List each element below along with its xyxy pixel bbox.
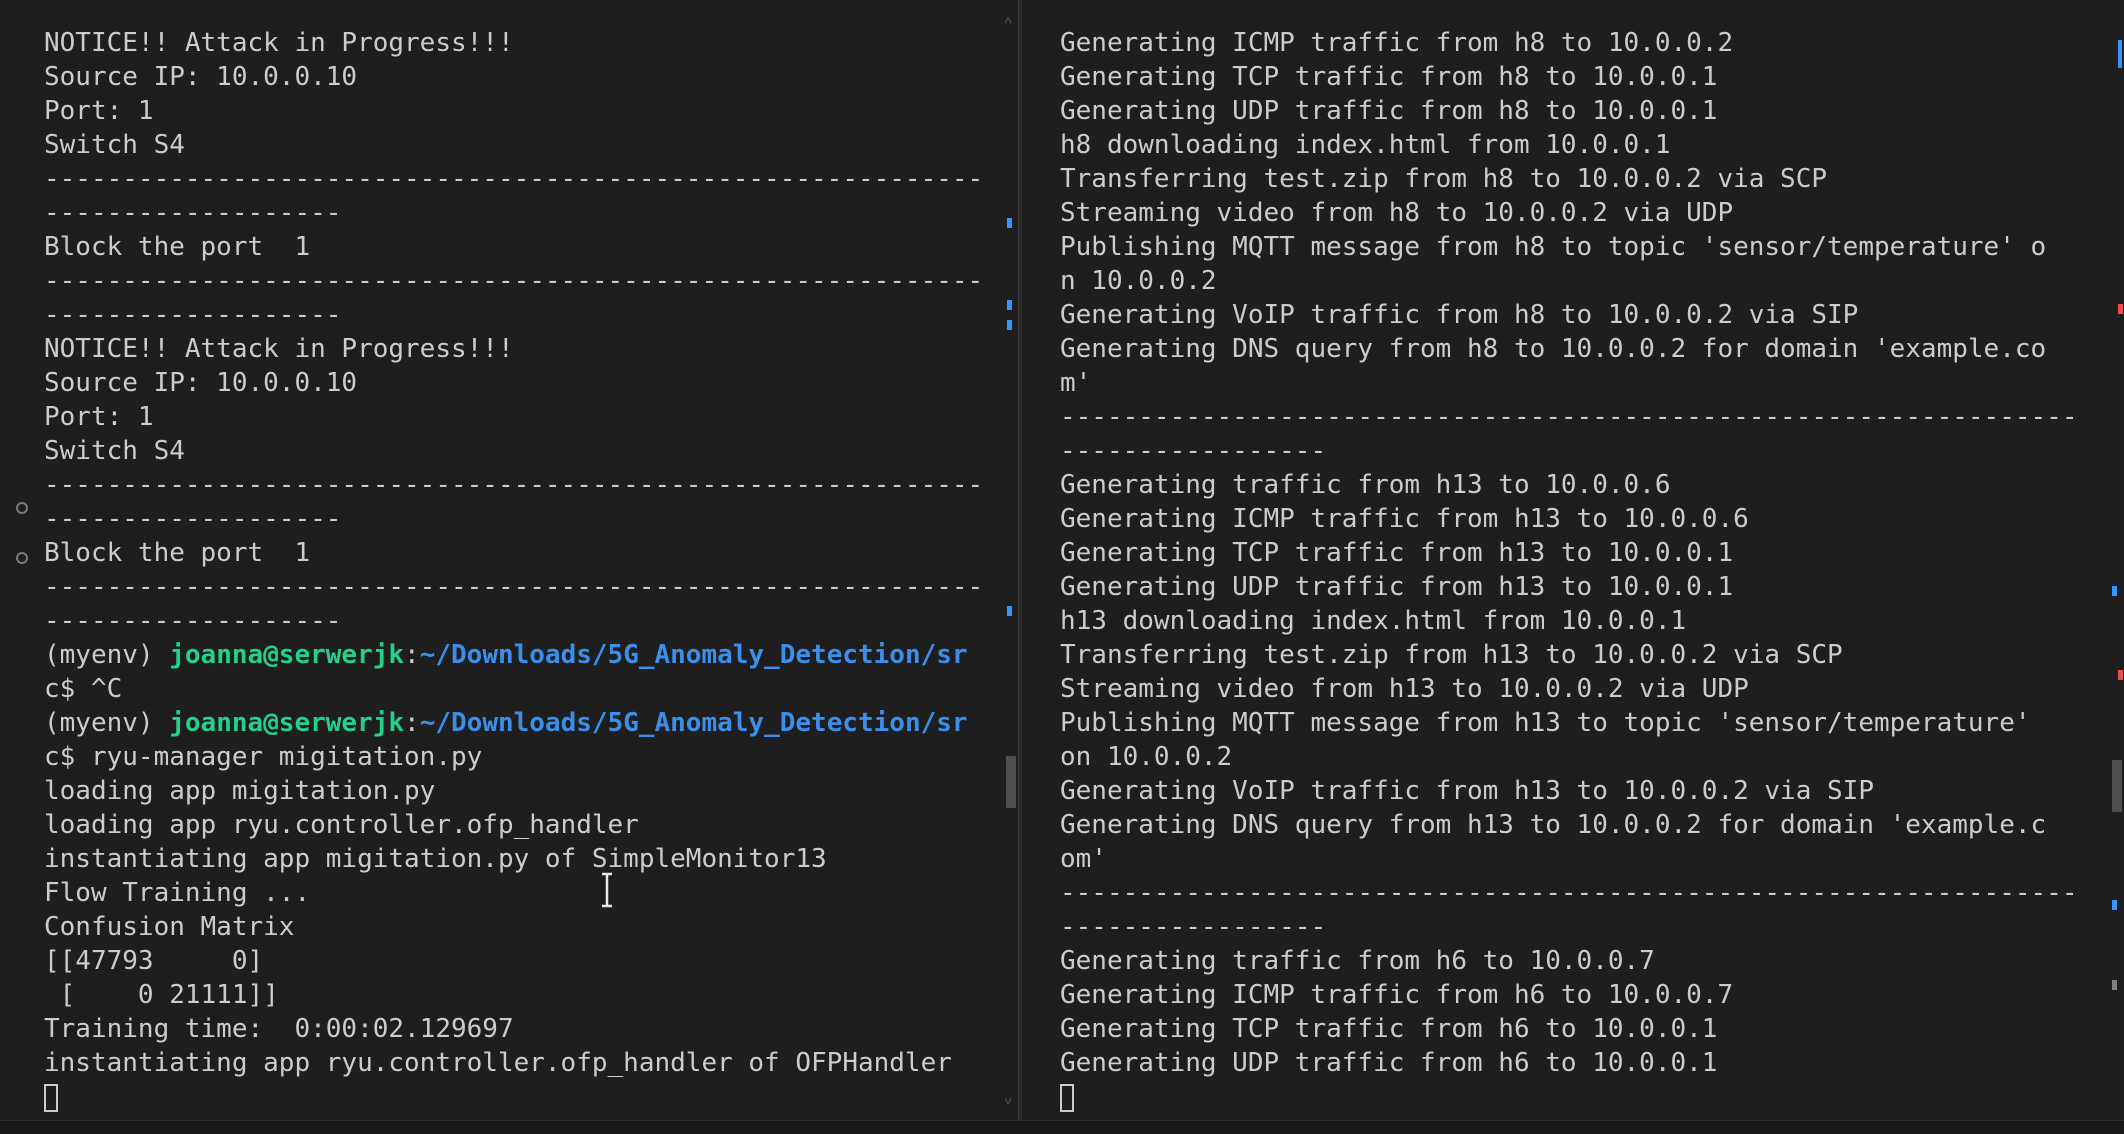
terminal-line: [[47793 0] [44,946,264,976]
terminal-line: Port: 1 [44,402,154,432]
terminal-line: Generating UDP traffic from h8 to 10.0.0… [1060,96,1718,126]
right-terminal-scrollbar[interactable] [2110,20,2124,1101]
terminal-line: ----------------------------------------… [44,572,984,602]
terminal-line: Generating ICMP traffic from h13 to 10.0… [1060,504,1749,534]
terminal-line: Generating ICMP traffic from h8 to 10.0.… [1060,28,1734,58]
terminal-line: (myenv) joanna@serwerjk:~/Downloads/5G_A… [44,638,988,672]
terminal-line: Source IP: 10.0.0.10 [44,368,358,398]
terminal-line: (myenv) joanna@serwerjk:~/Downloads/5G_A… [44,706,988,740]
terminal-line: Generating UDP traffic from h6 to 10.0.0… [1060,1048,1718,1078]
terminal-line: n 10.0.0.2 [1060,266,1217,296]
scroll-up-arrow-icon[interactable]: ˄ [1004,14,1012,28]
terminal-line: c$ ^C [44,674,123,704]
terminal-line: Generating traffic from h13 to 10.0.0.6 [1060,470,1671,500]
terminal-line: Switch S4 [44,436,185,466]
terminal-line [1060,1080,2094,1114]
terminal-line: ------------------- [44,300,342,330]
terminal-line: h13 downloading index.html from 10.0.0.1 [1060,606,1687,636]
left-terminal-output: NOTICE!! Attack in Progress!!! Source IP:… [44,26,988,1114]
terminal-line: Port: 1 [44,96,154,126]
scroll-marker [2112,980,2117,990]
terminal-line: Generating VoIP traffic from h13 to 10.0… [1060,776,1874,806]
terminal-line: ------------------- [44,198,342,228]
terminal-line: Generating TCP traffic from h6 to 10.0.0… [1060,1014,1718,1044]
text-cursor-ibeam-icon [602,872,612,908]
scroll-marker [1007,320,1012,330]
terminal-line: Publishing MQTT message from h8 to topic… [1060,232,2047,262]
right-terminal-pane[interactable]: Generating ICMP traffic from h8 to 10.0.… [1021,0,2124,1121]
scroll-marker [2112,900,2117,910]
terminal-line: ----------------------------------------… [44,470,984,500]
terminal-line: instantiating app ryu.controller.ofp_han… [44,1048,952,1078]
prompt-env: (myenv) [44,708,170,738]
command-decoration-icon[interactable] [16,502,28,514]
terminal-cursor [1060,1083,1074,1112]
terminal-line: ------------------- [44,504,342,534]
right-terminal-output: Generating ICMP traffic from h8 to 10.0.… [1060,26,2094,1114]
terminal-line: Flow Training ... [44,878,311,908]
terminal-line: loading app migitation.py [44,776,436,806]
terminal-line: ----------------------------------------… [44,266,984,296]
prompt-separator: : [404,708,420,738]
terminal-line: ----------------------------------------… [1060,878,2078,908]
terminal-line: Generating DNS query from h13 to 10.0.0.… [1060,810,2047,840]
terminal-line: Generating UDP traffic from h13 to 10.0.… [1060,572,1734,602]
terminal-line: NOTICE!! Attack in Progress!!! [44,334,514,364]
terminal-line: Generating TCP traffic from h8 to 10.0.0… [1060,62,1718,92]
command-decoration-icon[interactable] [16,552,28,564]
terminal-line [44,1080,988,1114]
left-terminal-pane[interactable]: NOTICE!! Attack in Progress!!! Source IP:… [0,0,1018,1121]
prompt-path: ~/Downloads/5G_Anomaly_Detection/sr [419,708,968,738]
left-terminal-scrollbar[interactable]: ˄ ˅ [1004,14,1018,1109]
terminal-line: Generating traffic from h6 to 10.0.0.7 [1060,946,1655,976]
terminal-line: Block the port 1 [44,232,311,262]
terminal-line: Source IP: 10.0.0.10 [44,62,358,92]
scroll-marker [1007,300,1012,310]
terminal-line: Training time: 0:00:02.129697 [44,1014,514,1044]
scroll-marker [2118,304,2123,314]
scroll-marker [2118,40,2122,68]
scroll-marker [2112,586,2117,596]
terminal-line: m' [1060,368,1092,398]
prompt-user: joanna@serwerjk [169,640,405,670]
status-bar [0,1120,2124,1134]
scroll-marker [2118,670,2123,680]
terminal-line: NOTICE!! Attack in Progress!!! [44,28,514,58]
terminal-line: Generating VoIP traffic from h8 to 10.0.… [1060,300,1859,330]
right-scroll-thumb[interactable] [2112,760,2122,812]
terminal-line: instantiating app migitation.py of Simpl… [44,844,827,874]
terminal-line: ------------------- [44,606,342,636]
terminal-line: Transferring test.zip from h13 to 10.0.0… [1060,640,1843,670]
terminal-line: Transferring test.zip from h8 to 10.0.0.… [1060,164,1828,194]
terminal-line: on 10.0.0.2 [1060,742,1233,772]
prompt-path: ~/Downloads/5G_Anomaly_Detection/sr [419,640,968,670]
terminal-line: c$ ryu-manager migitation.py [44,742,483,772]
terminal-line: Generating DNS query from h8 to 10.0.0.2… [1060,334,2047,364]
scroll-marker [1007,218,1012,228]
terminal-line: Block the port 1 [44,538,311,568]
terminal-line: [ 0 21111]] [44,980,279,1010]
terminal-line: ----------------------------------------… [44,164,984,194]
scroll-down-arrow-icon[interactable]: ˅ [1004,1095,1012,1109]
terminal-line: ----------------------------------------… [1060,402,2078,432]
terminal-line: loading app ryu.controller.ofp_handler [44,810,639,840]
prompt-env: (myenv) [44,640,170,670]
terminal-line: Switch S4 [44,130,185,160]
terminal-cursor [44,1083,58,1112]
terminal-line: Streaming video from h13 to 10.0.0.2 via… [1060,674,1749,704]
terminal-line: Generating TCP traffic from h13 to 10.0.… [1060,538,1734,568]
terminal-line: Streaming video from h8 to 10.0.0.2 via … [1060,198,1734,228]
terminal-line: ----------------- [1060,436,1327,466]
terminal-line: ----------------- [1060,912,1327,942]
terminal-line: om' [1060,844,1107,874]
prompt-user: joanna@serwerjk [169,708,405,738]
prompt-separator: : [404,640,420,670]
terminal-line: h8 downloading index.html from 10.0.0.1 [1060,130,1671,160]
terminal-line: Generating ICMP traffic from h6 to 10.0.… [1060,980,1734,1010]
left-scroll-thumb[interactable] [1006,756,1016,808]
terminal-line: Publishing MQTT message from h13 to topi… [1060,708,2031,738]
terminal-line: Confusion Matrix [44,912,295,942]
scroll-marker [1007,606,1012,616]
